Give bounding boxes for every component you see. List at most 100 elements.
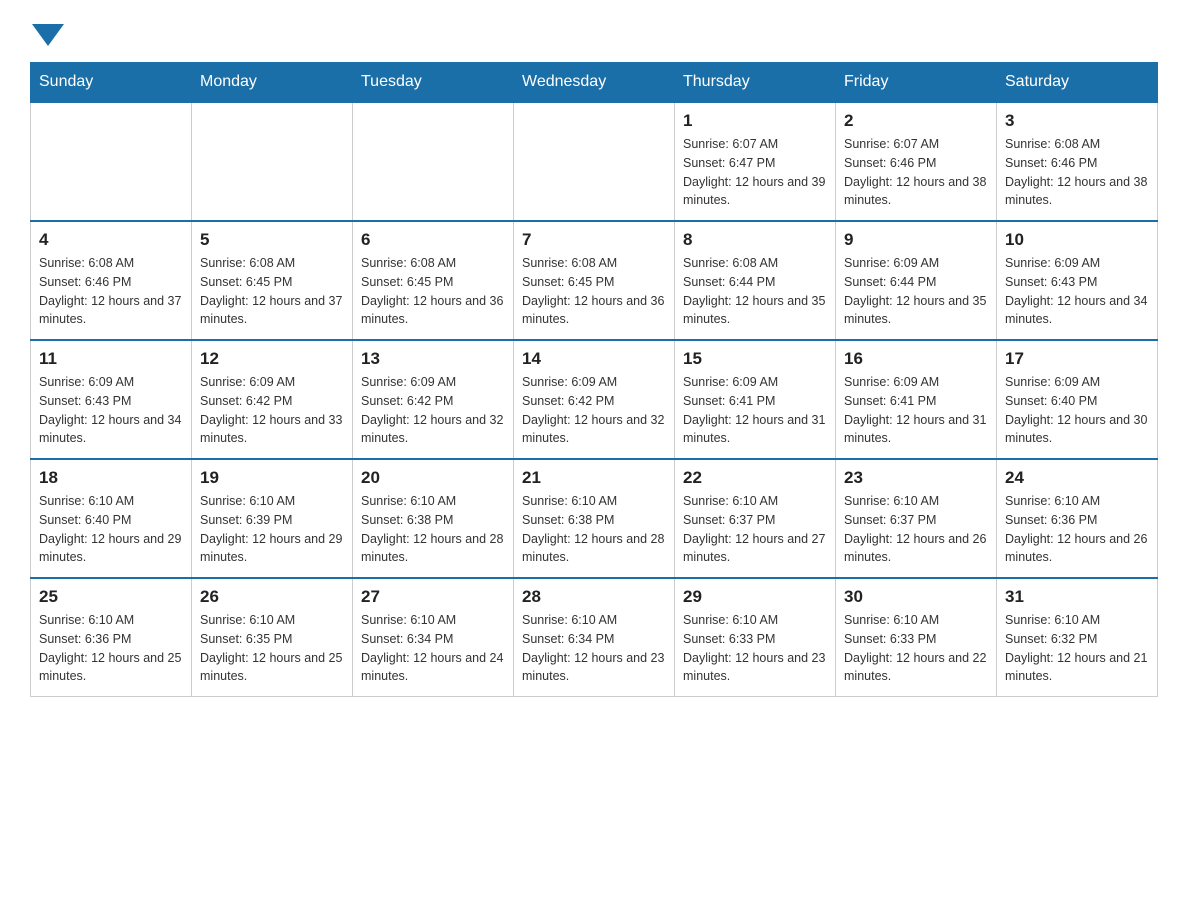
header-cell-saturday: Saturday [997,63,1158,103]
calendar-table: SundayMondayTuesdayWednesdayThursdayFrid… [30,62,1158,697]
day-number: 23 [844,468,988,488]
day-cell: 8 Sunrise: 6:08 AM Sunset: 6:44 PM Daylig… [675,221,836,340]
day-cell: 16 Sunrise: 6:09 AM Sunset: 6:41 PM Dayli… [836,340,997,459]
day-info: Sunrise: 6:10 AM Sunset: 6:33 PM Dayligh… [683,611,827,686]
day-number: 1 [683,111,827,131]
week-row-5: 25 Sunrise: 6:10 AM Sunset: 6:36 PM Dayli… [31,578,1158,697]
day-info: Sunrise: 6:10 AM Sunset: 6:34 PM Dayligh… [361,611,505,686]
day-number: 6 [361,230,505,250]
day-cell: 30 Sunrise: 6:10 AM Sunset: 6:33 PM Dayli… [836,578,997,697]
day-info: Sunrise: 6:08 AM Sunset: 6:45 PM Dayligh… [200,254,344,329]
day-cell: 19 Sunrise: 6:10 AM Sunset: 6:39 PM Dayli… [192,459,353,578]
day-info: Sunrise: 6:09 AM Sunset: 6:44 PM Dayligh… [844,254,988,329]
day-number: 14 [522,349,666,369]
day-number: 24 [1005,468,1149,488]
day-number: 4 [39,230,183,250]
day-info: Sunrise: 6:10 AM Sunset: 6:36 PM Dayligh… [39,611,183,686]
header-cell-tuesday: Tuesday [353,63,514,103]
day-info: Sunrise: 6:09 AM Sunset: 6:43 PM Dayligh… [39,373,183,448]
day-info: Sunrise: 6:08 AM Sunset: 6:46 PM Dayligh… [1005,135,1149,210]
day-cell: 9 Sunrise: 6:09 AM Sunset: 6:44 PM Daylig… [836,221,997,340]
day-cell: 15 Sunrise: 6:09 AM Sunset: 6:41 PM Dayli… [675,340,836,459]
day-info: Sunrise: 6:08 AM Sunset: 6:46 PM Dayligh… [39,254,183,329]
day-info: Sunrise: 6:09 AM Sunset: 6:42 PM Dayligh… [200,373,344,448]
day-number: 13 [361,349,505,369]
day-cell: 25 Sunrise: 6:10 AM Sunset: 6:36 PM Dayli… [31,578,192,697]
day-number: 19 [200,468,344,488]
day-info: Sunrise: 6:09 AM Sunset: 6:43 PM Dayligh… [1005,254,1149,329]
header-cell-monday: Monday [192,63,353,103]
day-number: 16 [844,349,988,369]
day-cell [353,102,514,221]
day-number: 15 [683,349,827,369]
day-cell: 11 Sunrise: 6:09 AM Sunset: 6:43 PM Dayli… [31,340,192,459]
day-info: Sunrise: 6:10 AM Sunset: 6:38 PM Dayligh… [361,492,505,567]
day-cell: 31Sunrise: 6:10 AM Sunset: 6:32 PM Dayli… [997,578,1158,697]
day-info: Sunrise: 6:10 AM Sunset: 6:40 PM Dayligh… [39,492,183,567]
day-cell: 18 Sunrise: 6:10 AM Sunset: 6:40 PM Dayli… [31,459,192,578]
day-cell [192,102,353,221]
day-number: 25 [39,587,183,607]
day-cell: 4 Sunrise: 6:08 AM Sunset: 6:46 PM Daylig… [31,221,192,340]
day-cell [31,102,192,221]
day-cell: 2 Sunrise: 6:07 AM Sunset: 6:46 PM Daylig… [836,102,997,221]
calendar-body: 1Sunrise: 6:07 AM Sunset: 6:47 PM Daylig… [31,102,1158,697]
day-number: 26 [200,587,344,607]
day-cell: 3 Sunrise: 6:08 AM Sunset: 6:46 PM Daylig… [997,102,1158,221]
day-cell: 22Sunrise: 6:10 AM Sunset: 6:37 PM Dayli… [675,459,836,578]
day-cell: 13 Sunrise: 6:09 AM Sunset: 6:42 PM Dayli… [353,340,514,459]
day-number: 2 [844,111,988,131]
week-row-3: 11 Sunrise: 6:09 AM Sunset: 6:43 PM Dayli… [31,340,1158,459]
day-number: 17 [1005,349,1149,369]
day-info: Sunrise: 6:07 AM Sunset: 6:46 PM Dayligh… [844,135,988,210]
day-cell: 12 Sunrise: 6:09 AM Sunset: 6:42 PM Dayli… [192,340,353,459]
day-info: Sunrise: 6:10 AM Sunset: 6:33 PM Dayligh… [844,611,988,686]
day-number: 27 [361,587,505,607]
header-cell-thursday: Thursday [675,63,836,103]
day-info: Sunrise: 6:10 AM Sunset: 6:38 PM Dayligh… [522,492,666,567]
day-cell: 7 Sunrise: 6:08 AM Sunset: 6:45 PM Daylig… [514,221,675,340]
day-number: 8 [683,230,827,250]
day-info: Sunrise: 6:09 AM Sunset: 6:41 PM Dayligh… [844,373,988,448]
day-info: Sunrise: 6:09 AM Sunset: 6:42 PM Dayligh… [522,373,666,448]
day-info: Sunrise: 6:09 AM Sunset: 6:41 PM Dayligh… [683,373,827,448]
day-cell: 23Sunrise: 6:10 AM Sunset: 6:37 PM Dayli… [836,459,997,578]
day-info: Sunrise: 6:09 AM Sunset: 6:40 PM Dayligh… [1005,373,1149,448]
day-cell: 20Sunrise: 6:10 AM Sunset: 6:38 PM Dayli… [353,459,514,578]
day-number: 7 [522,230,666,250]
day-cell: 24Sunrise: 6:10 AM Sunset: 6:36 PM Dayli… [997,459,1158,578]
day-number: 28 [522,587,666,607]
day-info: Sunrise: 6:09 AM Sunset: 6:42 PM Dayligh… [361,373,505,448]
week-row-1: 1Sunrise: 6:07 AM Sunset: 6:47 PM Daylig… [31,102,1158,221]
logo-triangle-icon [32,24,64,46]
header-cell-friday: Friday [836,63,997,103]
day-number: 18 [39,468,183,488]
day-cell: 10 Sunrise: 6:09 AM Sunset: 6:43 PM Dayli… [997,221,1158,340]
day-number: 31 [1005,587,1149,607]
logo [30,20,66,42]
day-info: Sunrise: 6:10 AM Sunset: 6:34 PM Dayligh… [522,611,666,686]
day-info: Sunrise: 6:08 AM Sunset: 6:45 PM Dayligh… [361,254,505,329]
day-number: 10 [1005,230,1149,250]
header-cell-wednesday: Wednesday [514,63,675,103]
day-cell: 5Sunrise: 6:08 AM Sunset: 6:45 PM Daylig… [192,221,353,340]
day-cell: 17 Sunrise: 6:09 AM Sunset: 6:40 PM Dayli… [997,340,1158,459]
day-number: 11 [39,349,183,369]
day-number: 30 [844,587,988,607]
day-cell: 1Sunrise: 6:07 AM Sunset: 6:47 PM Daylig… [675,102,836,221]
day-info: Sunrise: 6:08 AM Sunset: 6:44 PM Dayligh… [683,254,827,329]
day-number: 9 [844,230,988,250]
day-cell [514,102,675,221]
header-row: SundayMondayTuesdayWednesdayThursdayFrid… [31,63,1158,103]
day-number: 3 [1005,111,1149,131]
day-number: 21 [522,468,666,488]
day-number: 12 [200,349,344,369]
day-cell: 21 Sunrise: 6:10 AM Sunset: 6:38 PM Dayli… [514,459,675,578]
day-info: Sunrise: 6:10 AM Sunset: 6:39 PM Dayligh… [200,492,344,567]
day-cell: 29 Sunrise: 6:10 AM Sunset: 6:33 PM Dayli… [675,578,836,697]
day-info: Sunrise: 6:08 AM Sunset: 6:45 PM Dayligh… [522,254,666,329]
day-info: Sunrise: 6:10 AM Sunset: 6:35 PM Dayligh… [200,611,344,686]
day-number: 29 [683,587,827,607]
week-row-4: 18 Sunrise: 6:10 AM Sunset: 6:40 PM Dayli… [31,459,1158,578]
day-info: Sunrise: 6:10 AM Sunset: 6:37 PM Dayligh… [683,492,827,567]
